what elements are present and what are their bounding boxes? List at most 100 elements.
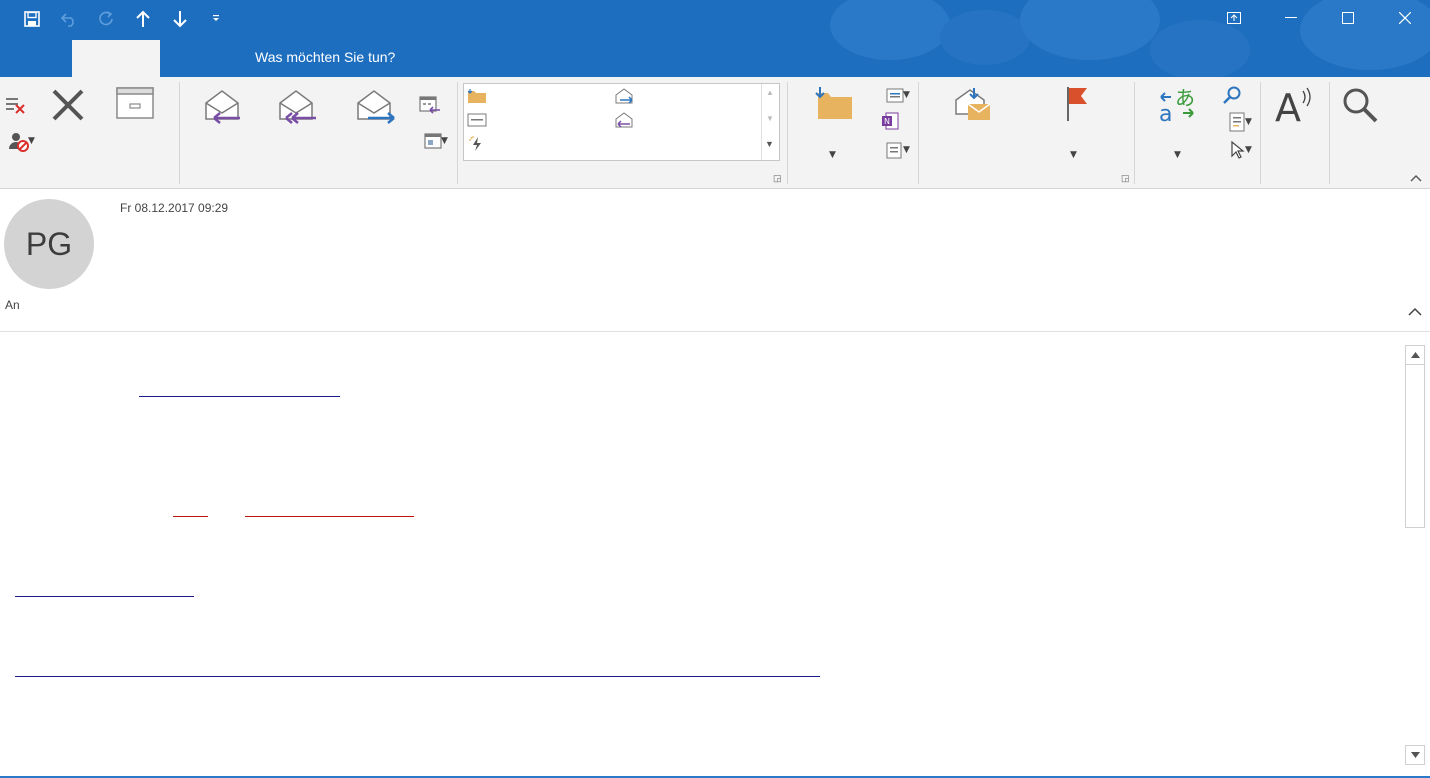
select-button[interactable]: ▼ [1219, 138, 1255, 162]
follow-up-button[interactable] [1056, 83, 1096, 123]
quick-step-reply-delete[interactable] [614, 111, 634, 129]
group-separator [457, 82, 458, 184]
group-separator [179, 82, 180, 184]
mark-unread-icon [955, 88, 991, 120]
onenote-button[interactable]: N [877, 110, 903, 132]
customize-qat-icon [213, 15, 219, 21]
avatar[interactable]: PG [4, 199, 94, 289]
save-button[interactable] [19, 6, 45, 32]
ignore-button[interactable] [2, 92, 28, 118]
chevron-up-icon[interactable]: ▲ [766, 88, 774, 97]
reply-all-icon [279, 90, 316, 124]
junk-button[interactable]: ▼ [2, 129, 36, 155]
collapse-header-button[interactable] [1405, 302, 1425, 320]
arrow-up-icon [136, 10, 150, 27]
scroll-down-button[interactable] [1405, 745, 1425, 765]
reply-button[interactable] [198, 83, 246, 127]
chevron-down-icon: ▼ [903, 90, 910, 100]
group-separator [1329, 82, 1330, 184]
minimize-icon [1285, 17, 1297, 18]
svg-text:N: N [884, 117, 890, 126]
close-button[interactable] [1385, 4, 1425, 32]
group-separator [1260, 82, 1261, 184]
maximize-button[interactable] [1328, 4, 1368, 32]
background-pattern [830, 0, 950, 60]
svg-text:a: a [1159, 102, 1172, 125]
folder-icon [467, 89, 486, 103]
ribbon-display-options-icon [1227, 12, 1241, 24]
gallery-expand-icon[interactable]: ▼ [765, 139, 774, 149]
related-button[interactable]: ▼ [1219, 110, 1255, 134]
reply-all-button[interactable] [272, 83, 320, 127]
customize-qat-button[interactable] [203, 6, 229, 32]
more-respond-button[interactable]: ▼ [415, 129, 453, 153]
junk-icon [9, 133, 29, 152]
forward-icon [357, 90, 395, 124]
group-separator [1134, 82, 1135, 184]
find-icon [1223, 86, 1241, 104]
ribbon: ▼ ▼ ▲ ▼ ▼ ◲ ▼ ▼ N ▼ ▼ ◲ a あ ▼ ▼ ▼ A [0, 77, 1430, 189]
dialog-launcher-icon[interactable]: ◲ [773, 173, 782, 184]
chevron-down-icon: ▼ [903, 145, 910, 155]
body-link[interactable] [245, 516, 414, 517]
select-icon [1231, 140, 1245, 159]
scroll-up-button[interactable] [1405, 345, 1425, 365]
body-link[interactable] [15, 596, 194, 597]
forward-button[interactable] [350, 83, 398, 127]
chevron-down-icon: ▼ [28, 136, 35, 146]
body-link[interactable] [15, 676, 820, 677]
svg-text:あ: あ [1175, 86, 1195, 110]
chevron-down-icon[interactable]: ▼ [829, 150, 836, 160]
chevron-down-icon[interactable]: ▼ [1174, 150, 1181, 160]
delete-button[interactable] [46, 83, 90, 127]
quick-steps-gallery[interactable]: ▲ ▼ ▼ [463, 83, 780, 161]
delete-icon [52, 89, 84, 121]
minimize-button[interactable] [1271, 4, 1311, 32]
find-button[interactable] [1219, 83, 1245, 107]
move-button[interactable] [810, 83, 856, 123]
zoom-button[interactable] [1338, 83, 1382, 127]
body-link[interactable] [173, 516, 208, 517]
next-item-button[interactable] [167, 6, 193, 32]
scroll-thumb[interactable] [1405, 364, 1425, 528]
translate-icon: aあ [1159, 86, 1195, 125]
maximize-icon [1342, 12, 1354, 24]
tab-message[interactable] [72, 40, 160, 77]
triangle-up-icon [1410, 352, 1420, 358]
svg-text:A: A [1275, 86, 1301, 125]
translate-button[interactable]: aあ [1155, 83, 1199, 127]
save-icon [24, 11, 40, 27]
tell-me-search[interactable]: Was möchten Sie tun? [255, 49, 395, 65]
meeting-button[interactable] [415, 93, 443, 117]
read-aloud-button[interactable]: A [1272, 83, 1318, 127]
forward-step-icon [615, 88, 633, 104]
triangle-down-icon [1410, 752, 1420, 758]
gallery-scrollbar[interactable]: ▲ ▼ ▼ [761, 84, 779, 160]
collapse-ribbon-button[interactable] [1408, 171, 1424, 185]
quick-step-create-new[interactable] [467, 135, 487, 153]
chevron-down-icon: ▼ [441, 136, 448, 146]
previous-item-button[interactable] [130, 6, 156, 32]
chevron-down-icon[interactable]: ▼ [766, 114, 774, 123]
redo-button[interactable] [93, 6, 119, 32]
body-scrollbar[interactable] [1405, 345, 1425, 765]
undo-button[interactable] [56, 6, 82, 32]
ribbon-display-options-button[interactable] [1214, 4, 1254, 32]
rules-button[interactable]: ▼ [877, 83, 913, 107]
mark-unread-button[interactable] [950, 83, 994, 123]
group-separator [787, 82, 788, 184]
body-link[interactable] [139, 396, 340, 397]
chevron-down-icon[interactable]: ▼ [1070, 150, 1077, 160]
close-icon [1399, 12, 1411, 24]
archive-button[interactable] [113, 83, 157, 123]
quick-step-forward[interactable] [614, 87, 634, 105]
chevron-down-icon: ▼ [1245, 117, 1252, 127]
archive-icon [116, 87, 154, 119]
group-separator [918, 82, 919, 184]
email-step-icon [467, 113, 487, 127]
onenote-icon: N [882, 112, 899, 130]
quick-step-move[interactable] [467, 87, 487, 105]
quick-step-email[interactable] [467, 111, 487, 129]
dialog-launcher-icon[interactable]: ◲ [1121, 173, 1130, 184]
actions-button[interactable]: ▼ [877, 138, 913, 162]
